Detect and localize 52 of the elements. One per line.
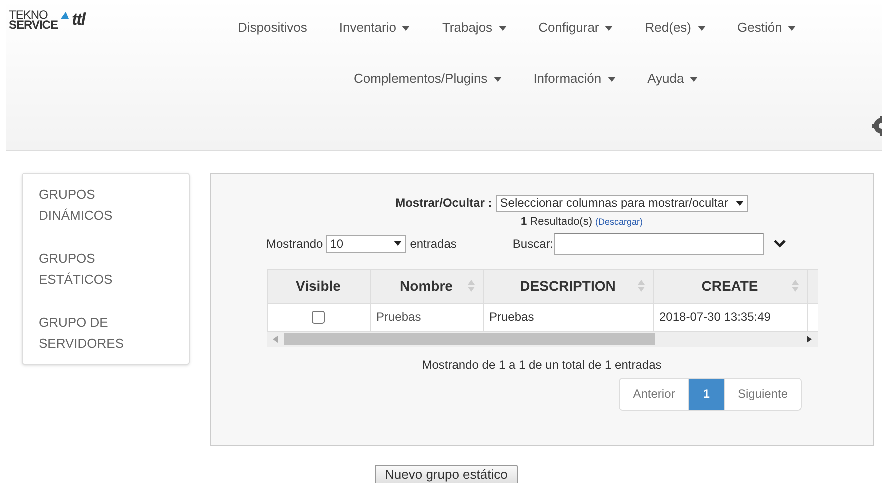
settings-icon[interactable] — [872, 116, 882, 136]
sidebar-item[interactable]: GRUPO DE SERVIDORES — [39, 312, 139, 354]
column-header[interactable]: DESCRIPTION — [484, 270, 654, 304]
right-arrow-icon[interactable] — [806, 336, 812, 342]
table-cell-text: 2018-07-30 13:35:49 — [660, 309, 771, 326]
nav-link[interactable]: Gestión — [722, 16, 812, 40]
logo-text: SERVICE — [9, 20, 58, 30]
nav-link[interactable]: Ayuda — [632, 67, 714, 90]
caret-icon — [394, 241, 402, 246]
column-header[interactable]: CREATE — [654, 270, 808, 304]
logo-text: ttl — [72, 11, 86, 29]
field-label: Mostrando — [266, 236, 324, 252]
nav-link[interactable]: Complementos/Plugins — [338, 67, 518, 90]
nav-link[interactable]: Dispositivos — [222, 16, 324, 40]
entries-select[interactable]: 10 — [326, 234, 406, 252]
caret-icon — [690, 77, 698, 82]
new-group-button[interactable]: Nuevo grupo estático — [375, 465, 518, 483]
column-header[interactable]: Nombre — [370, 270, 484, 304]
table-info: Mostrando de 1 a 1 de un total de 1 entradas — [422, 356, 662, 374]
sidebar-item[interactable]: GRUPOS ESTÁTICOS — [39, 248, 139, 290]
table-cell-text: Pruebas — [376, 309, 422, 326]
table-cell-text: Pruebas — [490, 309, 534, 326]
caret-icon — [788, 26, 796, 32]
download-link[interactable]: (Descargar) — [596, 216, 644, 230]
left-arrow-icon[interactable] — [272, 336, 278, 342]
page-button[interactable]: Siguiente — [724, 378, 801, 410]
nav-link[interactable]: Información — [518, 67, 632, 90]
field-label: Mostrar/Ocultar : — [396, 195, 492, 212]
field-label: Buscar: — [512, 236, 554, 252]
chevron-down-icon[interactable] — [774, 240, 786, 248]
caret-icon — [698, 26, 706, 32]
search-field[interactable] — [554, 232, 764, 254]
column-header[interactable]: Visible — [268, 270, 370, 304]
field-label: entradas — [410, 236, 457, 252]
logo-text: TEKNO — [9, 10, 48, 20]
results-count: 1 Resultado(s) — [520, 215, 593, 230]
horizontal-scrollbar[interactable] — [266, 332, 818, 346]
page-button[interactable]: 1 — [688, 378, 724, 410]
nav-link[interactable]: Inventario — [323, 16, 426, 40]
column-select[interactable]: Seleccionar columnas para mostrar/ocultar — [496, 194, 748, 212]
caret-icon — [608, 77, 616, 82]
nav-link[interactable]: Red(es) — [629, 16, 722, 40]
caret-icon — [402, 26, 410, 32]
caret-icon — [736, 200, 744, 206]
caret-icon — [498, 26, 507, 32]
nav-link[interactable]: Trabajos — [426, 16, 523, 40]
row-checkbox[interactable] — [312, 310, 325, 324]
sidebar-item[interactable]: GRUPOS DINÁMICOS — [39, 184, 139, 226]
caret-icon — [494, 77, 502, 82]
caret-icon — [605, 26, 614, 32]
nav-link[interactable]: Configurar — [522, 16, 630, 40]
logo-triangle-icon — [60, 12, 69, 19]
